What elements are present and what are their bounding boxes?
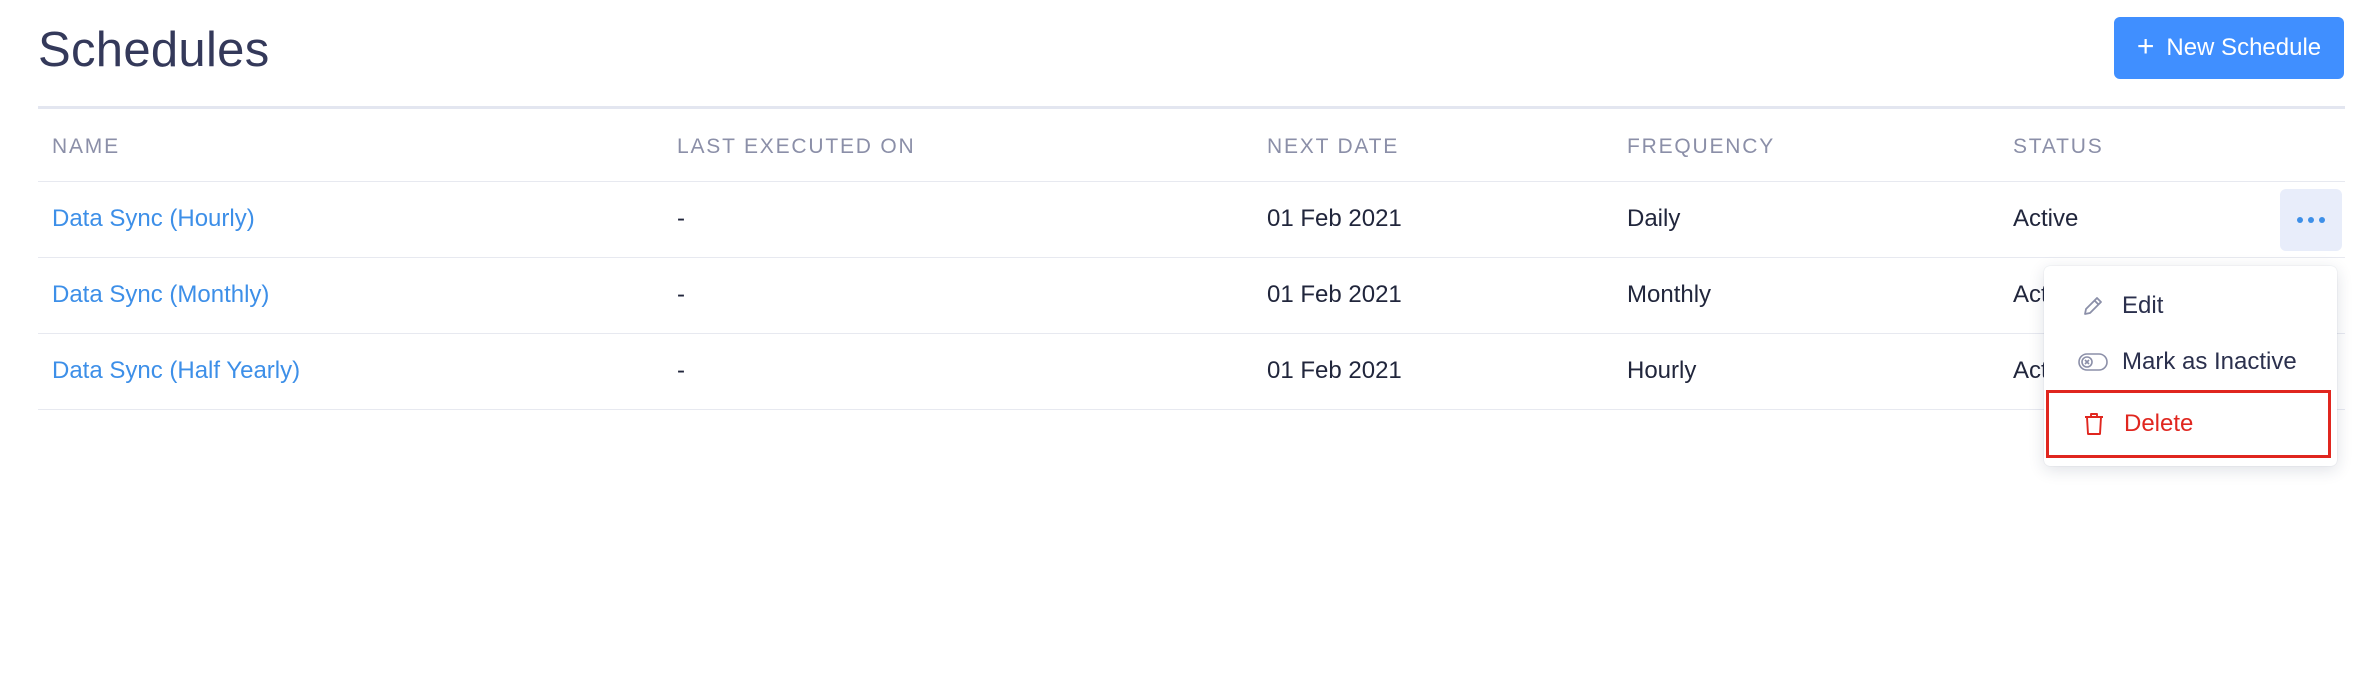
table-row[interactable]: Data Sync (Hourly) - 01 Feb 2021 Daily A… [38,182,2345,258]
menu-item-label: Delete [2124,410,2194,437]
frequency-cell: Hourly [1627,357,1697,384]
menu-item-label: Edit [2122,292,2164,319]
next-date-cell: 01 Feb 2021 [1267,357,1402,384]
column-header-name[interactable]: NAME [52,135,120,159]
last-executed-cell: - [677,205,685,232]
schedule-name-link[interactable]: Data Sync (Monthly) [52,281,269,309]
menu-item-edit[interactable]: Edit [2044,281,2337,331]
table-row[interactable]: Data Sync (Monthly) - 01 Feb 2021 Monthl… [38,258,2345,334]
last-executed-cell: - [677,281,685,308]
next-date-cell: 01 Feb 2021 [1267,281,1402,308]
menu-item-delete[interactable]: Delete [2046,390,2331,458]
menu-item-label: Mark as Inactive [2122,348,2297,375]
row-actions-menu: Edit Mark as Inactive Delete [2044,266,2337,466]
next-date-cell: 01 Feb 2021 [1267,205,1402,232]
column-header-next-date[interactable]: NEXT DATE [1267,135,1399,159]
toggle-off-icon [2078,347,2108,377]
frequency-cell: Monthly [1627,281,1712,308]
frequency-cell: Daily [1627,205,1681,232]
new-schedule-button[interactable]: + New Schedule [2114,17,2344,79]
pencil-icon [2078,291,2108,321]
schedule-name-link[interactable]: Data Sync (Hourly) [52,205,255,233]
schedule-name-link[interactable]: Data Sync (Half Yearly) [52,357,300,385]
column-header-frequency[interactable]: FREQUENCY [1627,135,1775,159]
column-header-last-executed[interactable]: LAST EXECUTED ON [677,135,915,159]
table-row[interactable]: Data Sync (Half Yearly) - 01 Feb 2021 Ho… [38,334,2345,410]
new-schedule-label: New Schedule [2166,34,2322,61]
more-horizontal-icon [2297,217,2325,223]
menu-item-mark-inactive[interactable]: Mark as Inactive [2044,337,2337,387]
row-actions-button[interactable] [2280,189,2342,251]
trash-icon [2079,409,2109,439]
plus-icon: + [2136,29,2155,63]
column-header-status[interactable]: STATUS [2013,135,2104,159]
status-cell: Active [2013,205,2079,232]
table-header: NAME LAST EXECUTED ON NEXT DATE FREQUENC… [38,106,2345,182]
last-executed-cell: - [677,357,685,384]
schedules-page: Schedules + New Schedule NAME LAST EXECU… [0,0,2380,692]
schedules-table: NAME LAST EXECUTED ON NEXT DATE FREQUENC… [38,106,2345,410]
page-title: Schedules [38,23,270,77]
